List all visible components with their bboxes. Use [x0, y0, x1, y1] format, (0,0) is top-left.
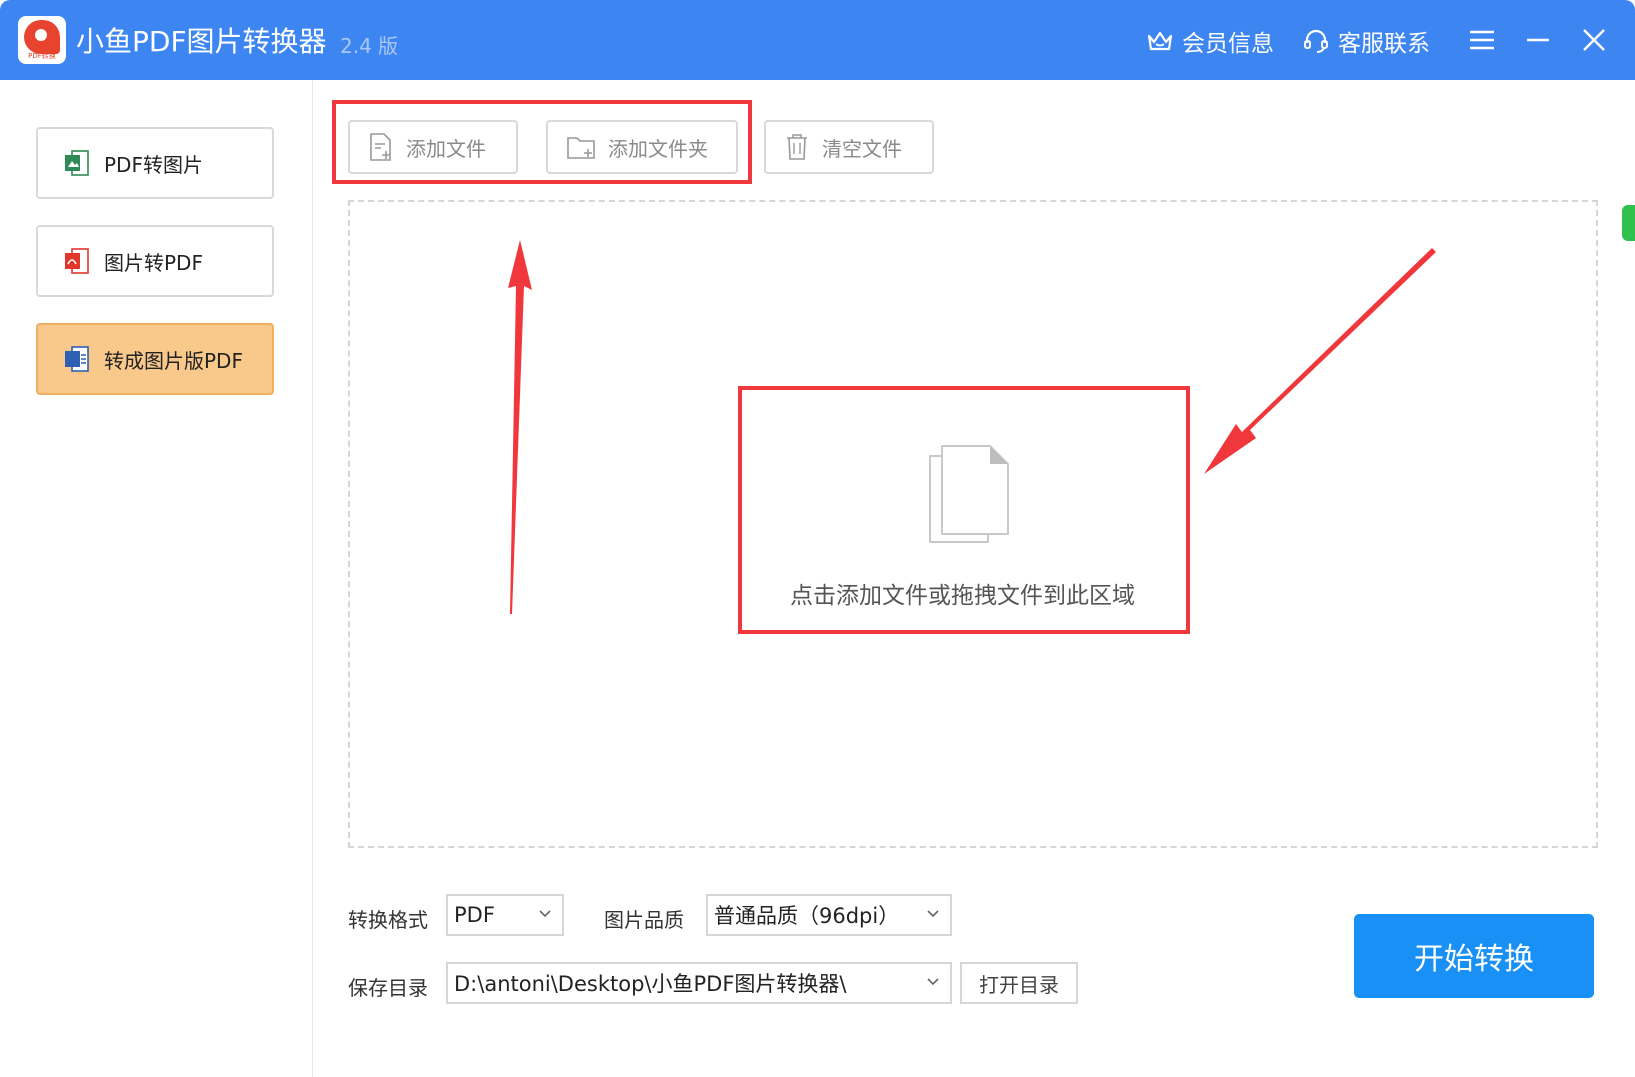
- sidebar-item-label: 转成图片版PDF: [104, 348, 243, 373]
- sidebar-item-label: PDF转图片: [104, 152, 203, 177]
- annotation-box-dropzone: [738, 386, 1190, 634]
- open-dir-button[interactable]: 打开目录: [960, 962, 1078, 1004]
- jpg-file-icon: [65, 150, 89, 176]
- save-dir-label: 保存目录: [348, 976, 428, 1000]
- title-bar: PDF转换 小鱼PDF图片转换器 2.4 版 会员信息 客服联系: [0, 0, 1635, 80]
- app-logo: PDF转换: [18, 16, 66, 64]
- format-label: 转换格式: [348, 908, 428, 932]
- customer-service-button[interactable]: 客服联系: [1302, 24, 1430, 58]
- sidebar: PDF转图片 图片转PDF 转成图片版PDF: [0, 80, 313, 1077]
- sidebar-item-pdf-to-image[interactable]: PDF转图片: [36, 127, 274, 199]
- side-tab-icon[interactable]: [1622, 205, 1635, 241]
- chevron-down-icon: [539, 910, 551, 918]
- quality-label: 图片品质: [604, 908, 684, 932]
- minimize-icon[interactable]: [1522, 24, 1554, 56]
- sidebar-item-image-pdf[interactable]: 转成图片版PDF: [36, 323, 274, 395]
- annotation-arrow-up: [508, 240, 532, 614]
- quality-select[interactable]: 普通品质（96dpi）: [706, 894, 952, 936]
- trash-icon: [787, 134, 807, 160]
- sidebar-item-label: 图片转PDF: [104, 250, 203, 275]
- annotation-arrow-diagonal: [1204, 248, 1436, 474]
- quality-value: 普通品质（96dpi）: [714, 904, 900, 928]
- annotation-box-toolbar: [332, 100, 752, 184]
- crown-icon: [1147, 31, 1173, 51]
- customer-service-label: 客服联系: [1338, 31, 1430, 57]
- app-version: 2.4 版: [340, 34, 399, 58]
- format-value: PDF: [454, 903, 495, 927]
- clear-files-label: 清空文件: [822, 136, 902, 161]
- headset-icon: [1304, 29, 1328, 53]
- clear-files-button[interactable]: 清空文件: [764, 120, 934, 174]
- pdf-file-icon: [65, 248, 89, 274]
- save-dir-value: D:\antoni\Desktop\小鱼PDF图片转换器\: [454, 972, 847, 996]
- member-info-button[interactable]: 会员信息: [1146, 24, 1274, 58]
- app-title: 小鱼PDF图片转换器: [76, 25, 327, 58]
- sidebar-item-image-to-pdf[interactable]: 图片转PDF: [36, 225, 274, 297]
- app-window: PDF转换 小鱼PDF图片转换器 2.4 版 会员信息 客服联系 PDF转图片 …: [0, 0, 1635, 1077]
- chevron-down-icon: [927, 910, 939, 918]
- member-info-label: 会员信息: [1182, 31, 1274, 57]
- doc-file-icon: [65, 346, 89, 372]
- menu-icon[interactable]: [1466, 24, 1498, 56]
- start-convert-button[interactable]: 开始转换: [1354, 914, 1594, 998]
- close-icon[interactable]: [1578, 24, 1610, 56]
- format-select[interactable]: PDF: [446, 894, 564, 936]
- chevron-down-icon: [927, 978, 939, 986]
- save-dir-select[interactable]: D:\antoni\Desktop\小鱼PDF图片转换器\: [446, 962, 952, 1004]
- logo-text: PDF转换: [28, 52, 56, 60]
